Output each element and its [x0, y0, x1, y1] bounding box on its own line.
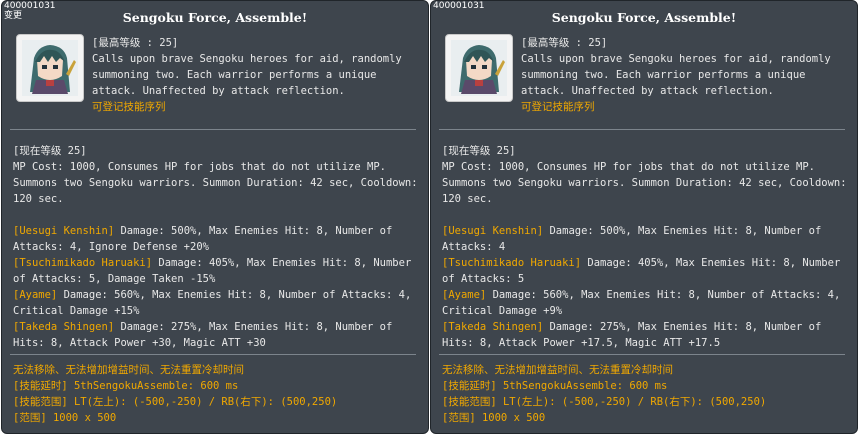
warrior-name: [Takeda Shingen]: [442, 321, 544, 333]
warrior-name: [Takeda Shingen]: [13, 321, 115, 333]
warrior-name: [Uesugi Kenshin]: [13, 225, 115, 237]
divider: [10, 129, 416, 130]
skill-delay: [技能延时] 5thSengokuAssemble: 600 ms: [13, 380, 239, 392]
warrior-entry: [Tsuchimikado Haruaki] Damage: 405%, Max…: [442, 255, 850, 287]
max-level: [最高等级 : 25]: [92, 37, 179, 49]
warrior-name: [Tsuchimikado Haruaki]: [442, 257, 582, 269]
skill-summary: MP Cost: 1000, Consumes HP for jobs that…: [442, 161, 853, 205]
level-details: [现在等级 25] MP Cost: 1000, Consumes HP for…: [442, 143, 850, 351]
skill-description: Calls upon brave Sengoku heroes for aid,…: [521, 53, 838, 97]
warrior-name: [Tsuchimikado Haruaki]: [13, 257, 153, 269]
level-details: [现在等级 25] MP Cost: 1000, Consumes HP for…: [13, 143, 421, 351]
skill-icon-frame: [16, 34, 84, 102]
skill-title: Sengoku Force, Assemble!: [122, 10, 308, 25]
skill-header: [最高等级 : 25] Calls upon brave Sengoku her…: [521, 35, 853, 115]
skill-area: [范围] 1000 x 500: [13, 412, 117, 424]
warrior-name: [Ayame]: [442, 289, 487, 301]
divider: [439, 129, 845, 130]
warrior-entry: [Uesugi Kenshin] Damage: 500%, Max Enemi…: [13, 223, 421, 255]
current-level: [现在等级 25]: [13, 145, 87, 157]
skill-range: [技能范围] LT(左上): (-500,-250) / RB(右下): (50…: [13, 396, 338, 408]
warrior-name: [Uesugi Kenshin]: [442, 225, 544, 237]
current-level: [现在等级 25]: [442, 145, 516, 157]
registrable-link[interactable]: 可登记技能序列: [92, 99, 424, 115]
sengoku-warrior-portrait-icon: [22, 40, 78, 96]
sengoku-warrior-portrait-icon: [451, 40, 507, 96]
skill-range: [技能范围] LT(左上): (-500,-250) / RB(右下): (50…: [442, 396, 767, 408]
skill-header: [最高等级 : 25] Calls upon brave Sengoku her…: [92, 35, 424, 115]
divider: [10, 354, 416, 355]
warrior-entry: [Takeda Shingen] Damage: 275%, Max Enemi…: [442, 319, 850, 351]
warrior-entry: [Tsuchimikado Haruaki] Damage: 405%, Max…: [13, 255, 421, 287]
skill-delay: [技能延时] 5thSengokuAssemble: 600 ms: [442, 380, 668, 392]
skill-footer: 无法移除、无法增加增益时间、无法重置冷却时间 [技能延时] 5thSengoku…: [13, 362, 421, 426]
restriction-note: 无法移除、无法增加增益时间、无法重置冷却时间: [442, 364, 673, 376]
restriction-note: 无法移除、无法增加增益时间、无法重置冷却时间: [13, 364, 244, 376]
warrior-entry: [Uesugi Kenshin] Damage: 500%, Max Enemi…: [442, 223, 850, 255]
divider: [439, 354, 845, 355]
registrable-link[interactable]: 可登记技能序列: [521, 99, 853, 115]
warrior-entry: [Ayame] Damage: 560%, Max Enemies Hit: 8…: [13, 287, 421, 319]
warrior-stats: Damage: 560%, Max Enemies Hit: 8, Number…: [442, 289, 847, 317]
skill-area: [范围] 1000 x 500: [442, 412, 546, 424]
skill-title: Sengoku Force, Assemble!: [551, 10, 737, 25]
max-level: [最高等级 : 25]: [521, 37, 608, 49]
skill-icon-frame: [445, 34, 513, 102]
skill-description: Calls upon brave Sengoku heroes for aid,…: [92, 53, 409, 97]
warrior-name: [Ayame]: [13, 289, 58, 301]
warrior-entry: [Takeda Shingen] Damage: 275%, Max Enemi…: [13, 319, 421, 351]
warrior-entry: [Ayame] Damage: 560%, Max Enemies Hit: 8…: [442, 287, 850, 319]
warrior-stats: Damage: 560%, Max Enemies Hit: 8, Number…: [13, 289, 418, 317]
skill-footer: 无法移除、无法增加增益时间、无法重置冷却时间 [技能延时] 5thSengoku…: [442, 362, 850, 426]
skill-tooltip-right: 400001031 Sengoku Force, Assemble! [最高等级…: [430, 0, 858, 434]
skill-tooltip-left: 400001031 变更 Sengoku Force, Assemble! [最…: [1, 0, 429, 434]
skill-summary: MP Cost: 1000, Consumes HP for jobs that…: [13, 161, 424, 205]
